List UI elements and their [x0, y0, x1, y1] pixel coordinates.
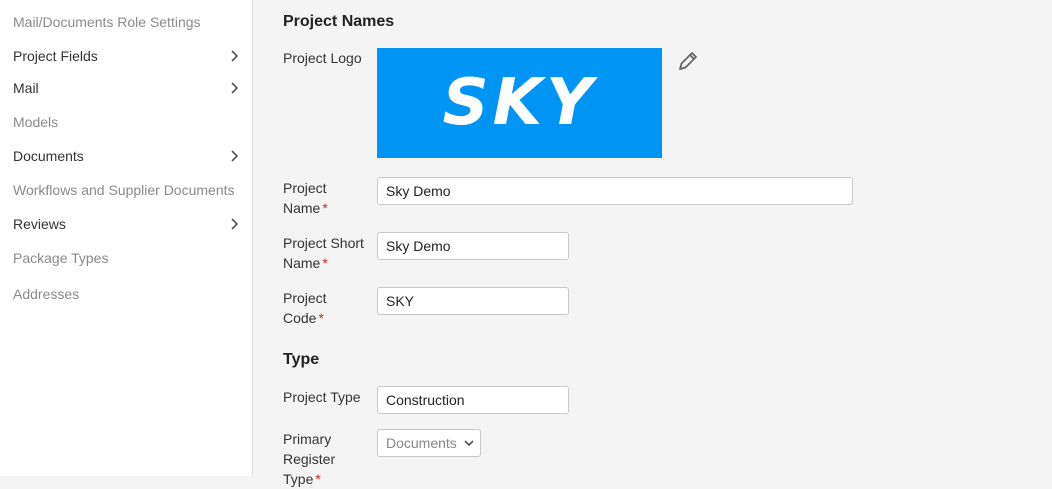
label-text: Type [283, 471, 314, 487]
project-logo-label: Project Logo [283, 50, 362, 66]
project-type-input[interactable] [377, 386, 569, 414]
chevron-right-icon [231, 50, 239, 62]
label-line: Project Short [283, 235, 364, 251]
project-short-name-input[interactable] [377, 232, 569, 260]
label-text: Name [283, 255, 321, 271]
project-code-label: Project Code * [283, 288, 373, 328]
primary-register-type-label: Primary Register Type * [283, 429, 373, 489]
pencil-icon[interactable] [675, 48, 701, 74]
sidebar-item-models[interactable]: Models [13, 111, 245, 133]
sidebar-item-label: Mail/Documents Role Settings [13, 14, 201, 30]
logo-wordmark: SKY [442, 66, 597, 140]
label-line: Project [283, 180, 327, 196]
sidebar-item-mail[interactable]: Mail [13, 77, 245, 99]
label-line: Code * [283, 308, 373, 328]
label-line: Primary [283, 431, 332, 447]
required-marker: * [318, 310, 324, 326]
sidebar-item-documents[interactable]: Documents [13, 145, 245, 167]
sidebar-item-mail-documents-role-settings[interactable]: Mail/Documents Role Settings [13, 11, 245, 33]
project-name-input[interactable] [377, 177, 853, 205]
settings-form: Project Names Project Logo SKY Project N… [253, 0, 1052, 487]
project-logo-image: SKY [377, 48, 662, 158]
label-line: Name * [283, 253, 378, 273]
sidebar-item-label: Models [13, 114, 59, 130]
required-marker: * [322, 255, 328, 271]
chevron-down-icon [464, 440, 474, 447]
chevron-right-icon [231, 82, 239, 94]
select-value: Documents [386, 435, 457, 451]
sidebar-item-label: Documents [13, 148, 84, 164]
label-line: Project [283, 290, 327, 306]
chevron-right-icon [231, 150, 239, 162]
chevron-right-icon [231, 218, 239, 230]
sidebar-item-label: Package Types [13, 250, 109, 266]
project-code-input[interactable] [377, 287, 569, 315]
sidebar-item-label: Mail [13, 80, 39, 96]
required-marker: * [315, 471, 321, 487]
sidebar-item-label: Reviews [13, 216, 66, 232]
required-marker: * [322, 200, 328, 216]
label-line: Type * [283, 469, 373, 489]
label-text: Name [283, 200, 321, 216]
sidebar-item-package-types[interactable]: Package Types [13, 247, 245, 269]
sidebar-item-workflows-supplier-documents[interactable]: Workflows and Supplier Documents [13, 179, 245, 201]
project-type-label: Project Type [283, 389, 361, 405]
sidebar-item-addresses[interactable]: Addresses [13, 283, 245, 305]
project-name-label: Project Name * [283, 178, 373, 218]
primary-register-type-select[interactable]: Documents [377, 429, 481, 457]
sidebar-item-label: Addresses [13, 286, 80, 302]
label-line: Name * [283, 198, 373, 218]
label-line: Register [283, 451, 336, 467]
sidebar-item-project-fields[interactable]: Project Fields [13, 45, 245, 67]
sidebar-item-reviews[interactable]: Reviews [13, 213, 245, 235]
project-short-name-label: Project Short Name * [283, 233, 378, 273]
section-title-type: Type [283, 351, 320, 368]
settings-sidebar: Mail/Documents Role Settings Project Fie… [0, 0, 253, 476]
section-title-project-names: Project Names [283, 13, 395, 30]
sidebar-item-label: Workflows and Supplier Documents [13, 182, 235, 198]
label-text: Code [283, 310, 317, 326]
sidebar-item-label: Project Fields [13, 48, 98, 64]
